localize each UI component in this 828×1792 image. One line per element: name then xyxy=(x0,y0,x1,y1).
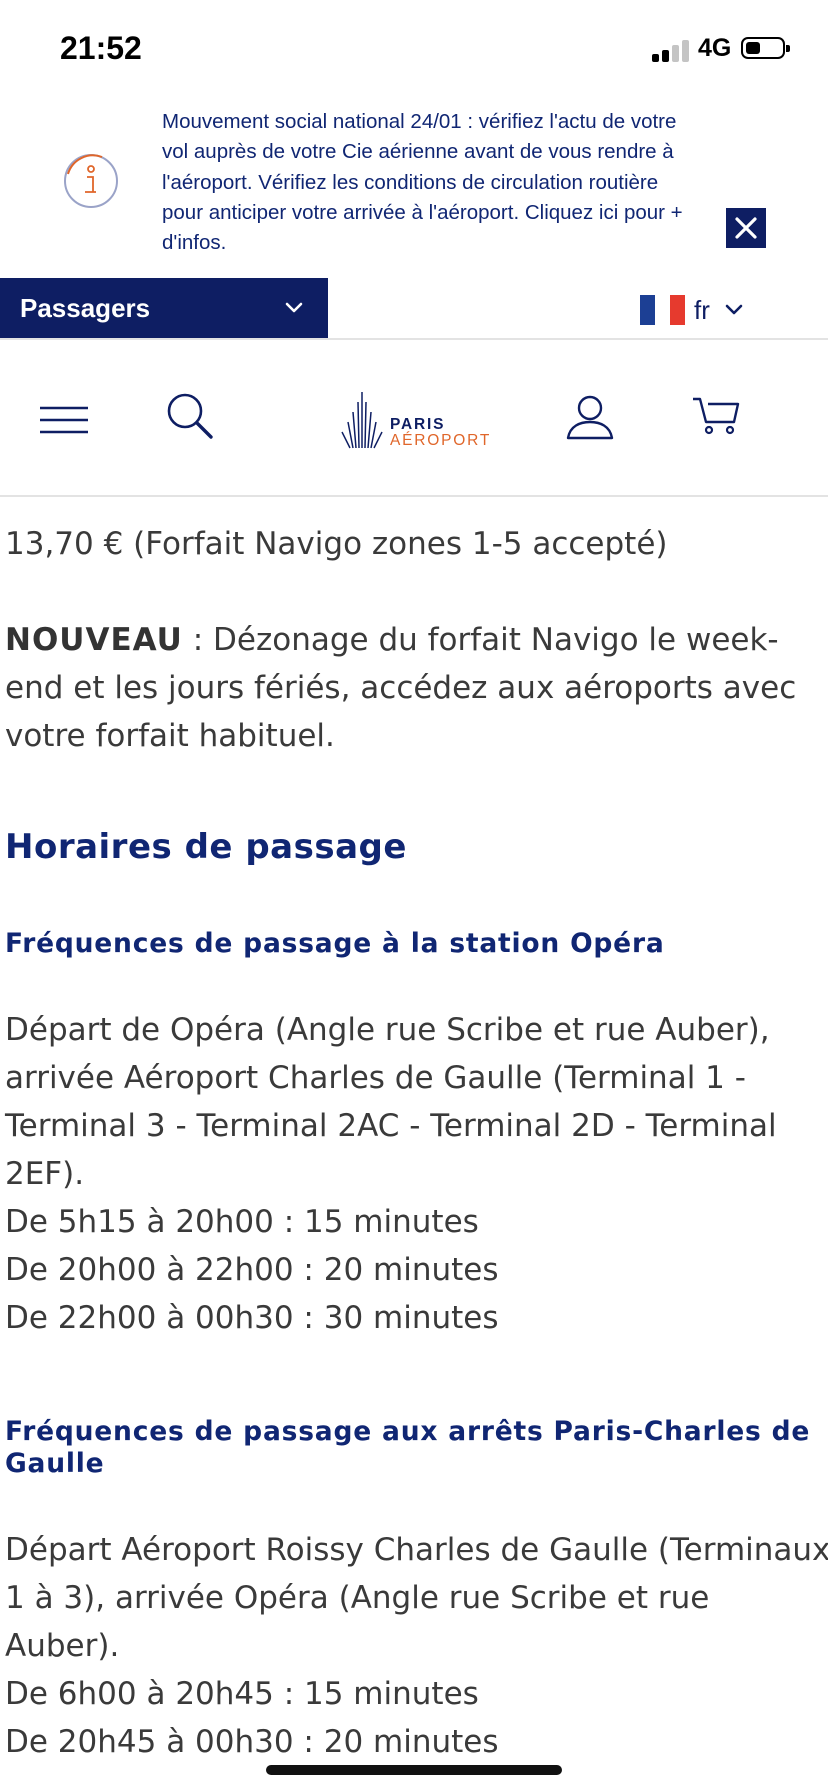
close-alert-button[interactable] xyxy=(726,208,766,248)
opera-schedule-block: Départ de Opéra (Angle rue Scribe et rue… xyxy=(5,1006,825,1342)
audience-label: Passagers xyxy=(20,292,151,323)
logo-mark-icon xyxy=(341,392,383,449)
chevron-down-icon xyxy=(274,293,314,323)
section-title-horaires: Horaires de passage xyxy=(5,827,407,867)
close-icon xyxy=(735,217,757,239)
language-label: fr xyxy=(694,294,710,325)
cellular-signal-icon xyxy=(652,38,692,62)
battery-icon xyxy=(741,37,790,59)
search-icon[interactable] xyxy=(166,392,214,442)
chevron-down-icon xyxy=(725,304,743,315)
paris-aeroport-logo[interactable]: PARIS AÉROPORT xyxy=(338,388,492,452)
schedule-line: De 20h00 à 22h00 : 20 minutes xyxy=(5,1252,499,1288)
home-indicator[interactable] xyxy=(266,1765,562,1775)
logo-text-aeroport: AÉROPORT xyxy=(390,432,492,449)
opera-route-text: Départ de Opéra (Angle rue Scribe et rue… xyxy=(5,1012,777,1192)
subtitle-cdg: Fréquences de passage aux arrêts Paris-C… xyxy=(5,1416,811,1479)
language-selector[interactable]: fr xyxy=(640,294,744,326)
subtitle-opera: Fréquences de passage à la station Opéra xyxy=(5,928,665,959)
schedule-line: De 6h00 à 20h45 : 15 minutes xyxy=(5,1676,479,1712)
nouveau-paragraph: NOUVEAU : Dézonage du forfait Navigo le … xyxy=(5,616,825,760)
status-time: 21:52 xyxy=(60,30,142,66)
audience-selector[interactable]: Passagers xyxy=(0,278,328,338)
menu-icon[interactable] xyxy=(40,406,88,434)
cdg-route-text: Départ Aéroport Roissy Charles de Gaulle… xyxy=(5,1532,828,1664)
cart-icon[interactable] xyxy=(692,396,740,436)
alert-banner[interactable]: Mouvement social national 24/01 : vérifi… xyxy=(0,100,828,275)
france-flag-icon xyxy=(640,295,685,325)
info-icon xyxy=(64,154,118,208)
network-type: 4G xyxy=(698,34,732,62)
status-bar: 21:52 4G xyxy=(0,0,828,100)
nouveau-label: NOUVEAU xyxy=(5,622,183,658)
account-icon[interactable] xyxy=(566,394,614,440)
schedule-line: De 22h00 à 00h30 : 30 minutes xyxy=(5,1300,499,1336)
cdg-schedule-block: Départ Aéroport Roissy Charles de Gaulle… xyxy=(5,1526,828,1766)
schedule-line: De 20h45 à 00h30 : 20 minutes xyxy=(5,1724,499,1760)
navbar-divider xyxy=(0,495,828,497)
price-text: 13,70 € (Forfait Navigo zones 1-5 accept… xyxy=(5,526,668,562)
schedule-line: De 5h15 à 20h00 : 15 minutes xyxy=(5,1204,479,1240)
main-navbar: PARIS AÉROPORT xyxy=(0,340,828,495)
alert-message[interactable]: Mouvement social national 24/01 : vérifi… xyxy=(162,107,702,258)
